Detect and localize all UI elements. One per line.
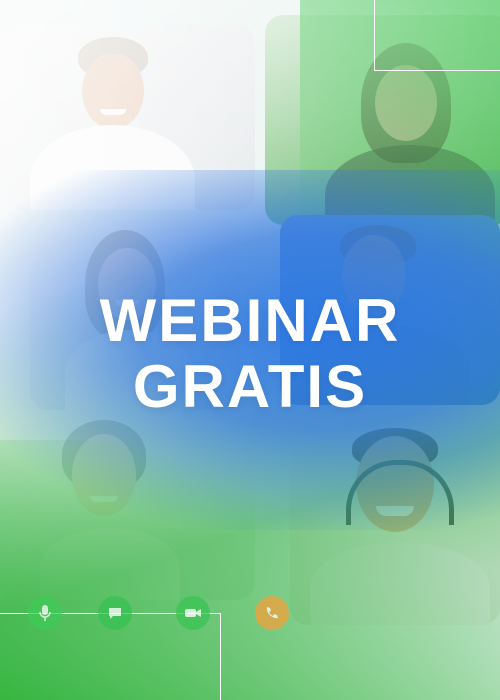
mic-icon xyxy=(28,596,62,630)
headline-line-1: WEBINAR xyxy=(99,287,401,354)
headline-line-2: GRATIS xyxy=(132,353,368,420)
camera-icon xyxy=(176,596,210,630)
headline: WEBINAR GRATIS xyxy=(0,288,500,420)
webinar-poster: WEBINAR GRATIS xyxy=(0,0,500,700)
frame-corner-top-right xyxy=(374,0,500,71)
phone-icon xyxy=(255,596,289,630)
chat-icon xyxy=(98,596,132,630)
